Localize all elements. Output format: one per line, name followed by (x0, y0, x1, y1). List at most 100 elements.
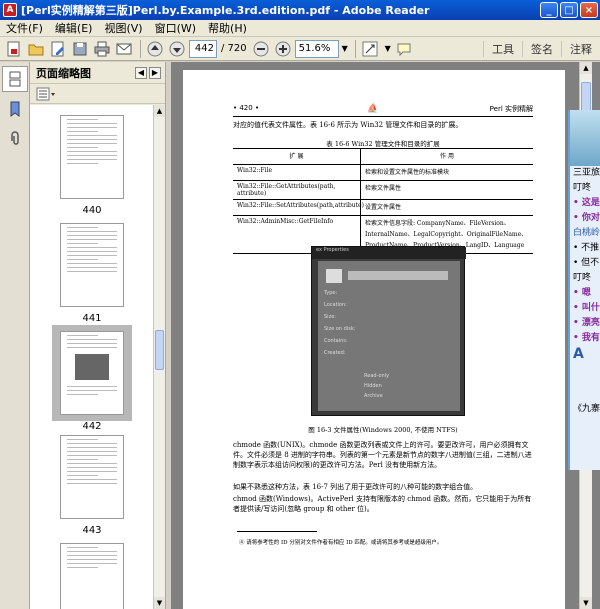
table-header-cell: 作 用 (440, 153, 454, 160)
minimize-button[interactable]: _ (540, 2, 558, 18)
arrow-up-circle-icon (147, 41, 163, 56)
zoom-out-button[interactable] (251, 39, 271, 59)
fit-page-button[interactable] (360, 39, 380, 59)
envelope-icon (116, 43, 132, 54)
save-button[interactable] (70, 39, 90, 59)
figure-attribute-checkboxes: Read-only Hidden Archive (364, 373, 390, 399)
table-header-row: 扩 展 作 用 (233, 149, 533, 164)
attachments-tab[interactable] (2, 126, 28, 152)
comment-link[interactable]: 注释 (561, 40, 600, 57)
comment-button[interactable] (394, 39, 414, 59)
email-button[interactable] (114, 39, 134, 59)
chat-line: • 但不 (573, 258, 600, 268)
thumbnail-label: 441 (82, 313, 102, 324)
table-cell: 检索和设置文件属性的标准模块 (365, 169, 450, 176)
open-folder-icon (28, 44, 44, 55)
chat-line[interactable]: • 你对 (570, 211, 600, 226)
edit-pdf-button[interactable] (48, 39, 68, 59)
menu-view[interactable]: 视图(V) (104, 20, 142, 36)
navigation-strip (0, 62, 30, 609)
zoom-in-button[interactable] (273, 39, 293, 59)
thumbnail-page-443[interactable] (60, 435, 124, 519)
bookmarks-tab[interactable] (2, 96, 28, 122)
thumbnail-label: 440 (82, 205, 102, 216)
figure-file-icon (326, 269, 342, 283)
tools-link[interactable]: 工具 (483, 40, 522, 57)
scroll-up-arrow-icon[interactable]: ▲ (580, 62, 592, 74)
menu-window[interactable]: 窗口(W) (155, 20, 196, 36)
page-number-input[interactable] (189, 39, 217, 58)
overlapping-chat-window[interactable]: 三亚旅 叮咚 • 这是 • 你对 白桃岭 • 不推 • 但不 叮咚 • 嗯 • … (568, 110, 600, 470)
figure-dialog-title: ex Properties (312, 247, 466, 259)
paperclip-icon (11, 131, 19, 145)
chat-line[interactable]: • 我有 (570, 331, 600, 346)
printer-icon (94, 41, 110, 56)
thumbnail-page-next[interactable] (60, 543, 124, 609)
chat-line[interactable]: • 这是 (570, 196, 600, 211)
scroll-down-arrow-icon[interactable]: ▼ (580, 597, 592, 609)
chat-window-banner (570, 110, 600, 166)
thumbnail-options (30, 84, 165, 104)
fit-dropdown-chevron-icon[interactable]: ▼ (382, 40, 394, 58)
figure-file-properties-screenshot: ex Properties Type: Location: Size: Size… (311, 246, 466, 416)
chat-line: 三亚旅 (573, 168, 600, 178)
chat-line: 《九寨 (573, 404, 600, 414)
thumbnail-page-440[interactable] (60, 115, 124, 199)
next-page-button[interactable] (167, 39, 187, 59)
thumbnail-list[interactable]: 440 441 442 443 (30, 105, 154, 609)
table-cell: 检索文件属性 (365, 185, 402, 192)
document-view[interactable]: • 420 • ⛵ Perl 实例精解 对应的值代表文件属性。表 16-6 所示… (171, 62, 600, 609)
figure-dialog-body: Type: Location: Size: Size on disk: Cont… (318, 261, 460, 411)
toolbar-separator (354, 39, 356, 58)
chat-line[interactable]: • 嗯 (570, 286, 600, 301)
font-size-button[interactable]: A (570, 346, 600, 362)
intro-paragraph: 对应的值代表文件属性。表 16-6 所示为 Win32 管理文件和目录的扩展。 (233, 121, 463, 129)
chat-line: 叮咚 (573, 273, 592, 283)
zoom-dropdown-chevron-icon[interactable]: ▼ (339, 40, 351, 58)
edit-document-icon (51, 41, 64, 56)
thumbnail-page-442[interactable] (60, 331, 124, 415)
menu-help[interactable]: 帮助(H) (208, 20, 247, 36)
page-thumbnails-tab[interactable] (2, 66, 28, 92)
thumbnail-scrollbar[interactable]: ▲ ▼ (153, 105, 165, 609)
open-button[interactable] (26, 39, 46, 59)
zoom-level-field[interactable]: 51.6% (294, 39, 339, 58)
create-pdf-button[interactable] (4, 39, 24, 59)
header-page-number: • 420 • (233, 104, 260, 112)
expand-arrows-icon (362, 41, 378, 56)
maximize-button[interactable]: □ (560, 2, 578, 18)
table-cell: Win32::File (233, 165, 361, 180)
footnote: ④ 请将参考性的 ID 分别对文件作者有相应 ID 匹配。或请将其参考或是超级用… (239, 540, 443, 546)
menu-edit[interactable]: 编辑(E) (55, 20, 93, 36)
collapse-panel-icon[interactable]: ◀ (135, 66, 147, 79)
menu-file[interactable]: 文件(F) (6, 20, 43, 36)
body-paragraph: chmode 函数(UNIX)。chmode 函数更改列表或文件上的许可。要更改… (233, 441, 532, 469)
scroll-down-arrow-icon[interactable]: ▼ (154, 597, 165, 609)
figure-caption: 图 16-3 文件属性(Windows 2000, 不使用 NTFS) (308, 426, 458, 434)
right-panel-links: 工具 签名 注释 (483, 37, 600, 61)
table-row: Win32::File 检索和设置文件属性的标准模块 (233, 164, 533, 180)
table-cell: Win32::File::SetAttributes(path,attribut… (233, 200, 364, 215)
body-paragraph: 如果不熟悉这种方法，表 16-7 列出了用于更改许可的八种可能的数字组合值。 (233, 483, 478, 491)
toolbar-separator (140, 39, 141, 58)
thumbnail-page-441[interactable] (60, 223, 124, 307)
close-button[interactable]: × (580, 2, 598, 18)
figure-field-labels: Type: Location: Size: Size on disk: Cont… (324, 290, 356, 356)
print-button[interactable] (92, 39, 112, 59)
thumbnail-panel-header: 页面缩略图 ◀ ▶ (30, 62, 165, 84)
extensions-table: 扩 展 作 用 Win32::File 检索和设置文件属性的标准模块 Win32… (233, 148, 533, 254)
expand-panel-icon[interactable]: ▶ (149, 66, 161, 79)
body-paragraph: chmod 函数(Windows)。ActivePerl 支持有限版本的 chm… (233, 495, 532, 513)
previous-page-button[interactable] (145, 39, 165, 59)
options-menu-icon[interactable] (36, 87, 56, 101)
header-logo-icon: ⛵ (367, 104, 379, 114)
chat-line[interactable]: • 漂亮 (570, 316, 600, 331)
sign-link[interactable]: 签名 (522, 40, 561, 57)
table-row: Win32::File::SetAttributes(path,attribut… (233, 199, 533, 215)
page-header: • 420 • ⛵ Perl 实例精解 (233, 104, 533, 117)
scrollbar-thumb[interactable] (155, 330, 164, 370)
title-bar: A [Perl实例精解第三版]Perl.by.Example.3rd.editi… (0, 0, 600, 20)
scroll-up-arrow-icon[interactable]: ▲ (154, 105, 165, 117)
chat-line[interactable]: • 叫什 (570, 301, 600, 316)
table-caption: 表 16-6 Win32 管理文件和目录的扩展 (326, 140, 440, 148)
